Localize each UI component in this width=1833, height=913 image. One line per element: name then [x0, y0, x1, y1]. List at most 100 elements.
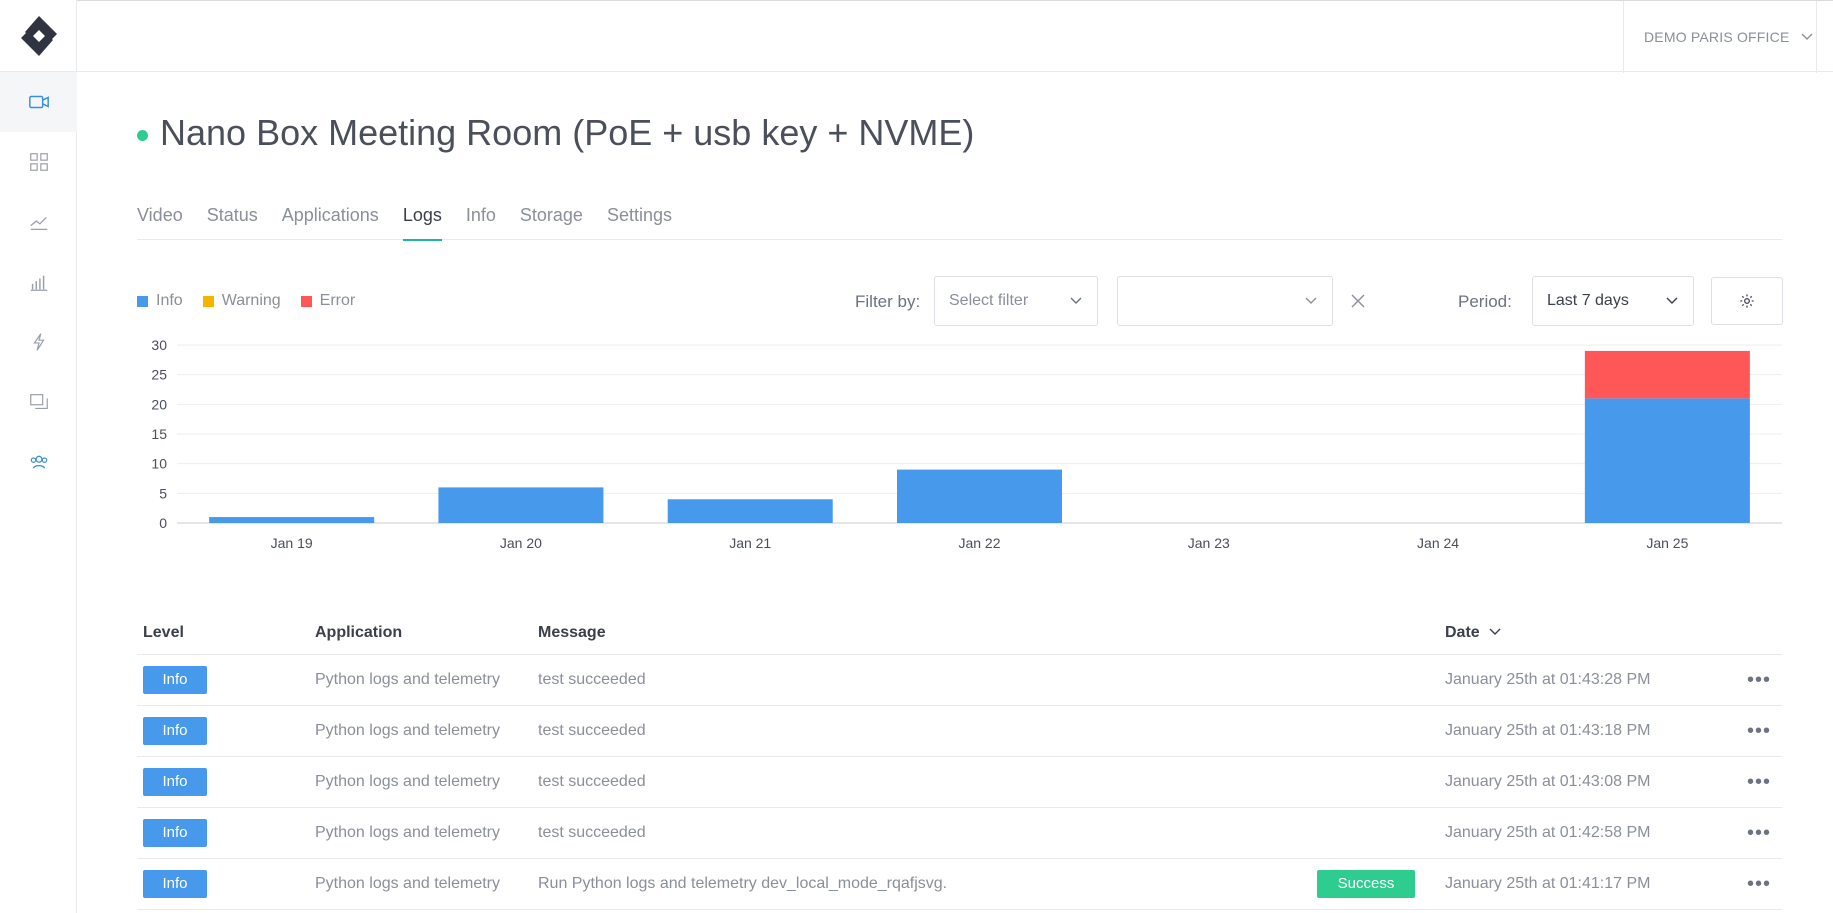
table-row[interactable]: Info Python logs and telemetry test succee…	[137, 655, 1782, 706]
y-tick-label: 30	[151, 337, 167, 353]
date-cell: January 25th at 01:41:17 PM	[1445, 875, 1651, 892]
more-dots-icon: •••	[1747, 668, 1772, 691]
row-actions-button[interactable]: •••	[1747, 771, 1771, 794]
tab-logs[interactable]: Logs	[402, 205, 442, 241]
level-badge: Info	[143, 819, 207, 847]
table-row[interactable]: Info Python logs and telemetry test succee…	[137, 706, 1782, 757]
legend-item-warning[interactable]: Warning	[202, 292, 281, 310]
filter-type-placeholder: Select filter	[949, 292, 1029, 309]
tab-video[interactable]: Video	[137, 205, 183, 240]
tab-settings[interactable]: Settings	[607, 205, 672, 240]
legend-label-error: Error	[319, 292, 356, 309]
title-row: Nano Box Meeting Room (PoE + usb key + N…	[137, 112, 974, 154]
organization-name: DEMO PARIS OFFICE	[1644, 29, 1790, 45]
tab-storage[interactable]: Storage	[520, 205, 583, 240]
level-badge: Info	[143, 870, 207, 898]
period-select[interactable]: Last 7 days	[1532, 276, 1694, 326]
logo-icon	[20, 15, 57, 56]
table-header: Level Application Message Date	[137, 612, 1782, 655]
table-row[interactable]: Info Python logs and telemetry test succee…	[137, 757, 1782, 808]
row-actions-button[interactable]: •••	[1747, 720, 1771, 743]
bar-info	[897, 469, 1062, 523]
application-cell: Python logs and telemetry	[315, 824, 500, 841]
dashboard-grid-icon	[29, 153, 48, 171]
sidebar	[0, 0, 77, 913]
date-cell: January 25th at 01:43:08 PM	[1445, 773, 1651, 790]
level-badge: Info	[143, 768, 207, 796]
bar-info	[209, 517, 375, 523]
close-icon	[1351, 294, 1365, 308]
level-cell: Info	[143, 666, 207, 694]
message-cell: test succeeded	[538, 824, 646, 841]
y-tick-label: 5	[159, 485, 167, 501]
more-dots-icon: •••	[1747, 821, 1772, 844]
date-cell: January 25th at 01:43:28 PM	[1445, 671, 1651, 688]
chart-settings-button[interactable]	[1711, 277, 1783, 325]
tab-status[interactable]: Status	[207, 205, 258, 240]
header-date: Date	[1445, 624, 1480, 641]
clear-filter-button[interactable]	[1347, 290, 1369, 312]
logs-table: Level Application Message Date Info Pytho…	[137, 612, 1782, 910]
filter-label: Filter by:	[855, 292, 921, 311]
page-title: Nano Box Meeting Room (PoE + usb key + N…	[160, 112, 975, 153]
legend-item-info[interactable]: Info	[137, 292, 183, 310]
bar-chart-icon	[30, 275, 47, 291]
level-badge: Info	[143, 666, 207, 694]
sidebar-item-users[interactable]	[0, 432, 77, 492]
legend-item-error[interactable]: Error	[300, 292, 356, 310]
table-row[interactable]: Info Python logs and telemetry test succee…	[137, 808, 1782, 859]
header-application[interactable]: Application	[315, 624, 402, 642]
row-actions-button[interactable]: •••	[1747, 822, 1771, 845]
header-message[interactable]: Message	[538, 624, 606, 642]
result-cell: Success	[1317, 870, 1415, 898]
bar-info	[667, 499, 833, 523]
bar-error	[1584, 350, 1750, 399]
legend-label-warning: Warning	[221, 292, 281, 309]
header-date-sort[interactable]: Date	[1445, 624, 1502, 642]
chevron-down-icon	[1666, 297, 1678, 304]
x-tick-label: Jan 19	[271, 535, 313, 551]
filter-value-select[interactable]	[1117, 276, 1333, 326]
application-cell: Python logs and telemetry	[315, 722, 500, 739]
more-dots-icon: •••	[1747, 719, 1772, 742]
legend-label-info: Info	[156, 292, 183, 309]
more-dots-icon: •••	[1747, 770, 1772, 793]
message-cell: test succeeded	[538, 722, 646, 739]
video-camera-icon	[28, 95, 49, 109]
sidebar-item-reports[interactable]	[0, 252, 77, 312]
y-tick-label: 20	[151, 396, 167, 412]
tab-info[interactable]: Info	[466, 205, 496, 240]
application-cell: Python logs and telemetry	[315, 875, 500, 892]
bar-info	[1584, 398, 1750, 523]
logs-bar-chart: 0 5 10 15 20 25 30 Jan 19 Jan 20 Jan 21 Jan 22 Jan …	[151, 337, 1782, 551]
sidebar-item-video[interactable]	[0, 72, 77, 132]
status-indicator	[137, 129, 148, 141]
application-cell: Python logs and telemetry	[315, 671, 500, 688]
tab-applications[interactable]: Applications	[282, 205, 379, 240]
notifications-button[interactable]	[1820, 1, 1833, 73]
filter-type-select[interactable]: Select filter	[934, 276, 1098, 326]
legend-swatch-info	[137, 295, 148, 307]
legend-swatch-error	[300, 295, 312, 307]
date-cell: January 25th at 01:43:18 PM	[1445, 722, 1651, 739]
table-row[interactable]: Info Python logs and telemetry Run Python …	[137, 859, 1782, 910]
top-bar: DEMO PARIS OFFICE	[77, 0, 1833, 73]
sort-chevron-down-icon	[1489, 628, 1501, 635]
legend-swatch-warning	[202, 295, 214, 307]
organization-select[interactable]: DEMO PARIS OFFICE	[1623, 1, 1817, 73]
row-actions-button[interactable]: •••	[1747, 669, 1771, 692]
app-logo[interactable]	[0, 0, 77, 72]
sidebar-item-devices[interactable]	[0, 372, 77, 432]
chart-legend: Info Warning Error	[137, 292, 375, 310]
bar-info	[438, 487, 604, 523]
header-level[interactable]: Level	[143, 624, 184, 642]
sidebar-item-dashboard[interactable]	[0, 132, 77, 192]
x-tick-label: Jan 25	[1646, 535, 1688, 551]
y-tick-label: 25	[151, 367, 167, 383]
sidebar-item-events[interactable]	[0, 312, 77, 372]
chevron-down-icon	[1070, 297, 1082, 304]
x-tick-label: Jan 20	[500, 535, 542, 551]
row-actions-button[interactable]: •••	[1747, 873, 1771, 896]
sidebar-item-analytics[interactable]	[0, 192, 77, 252]
more-dots-icon: •••	[1747, 872, 1772, 895]
